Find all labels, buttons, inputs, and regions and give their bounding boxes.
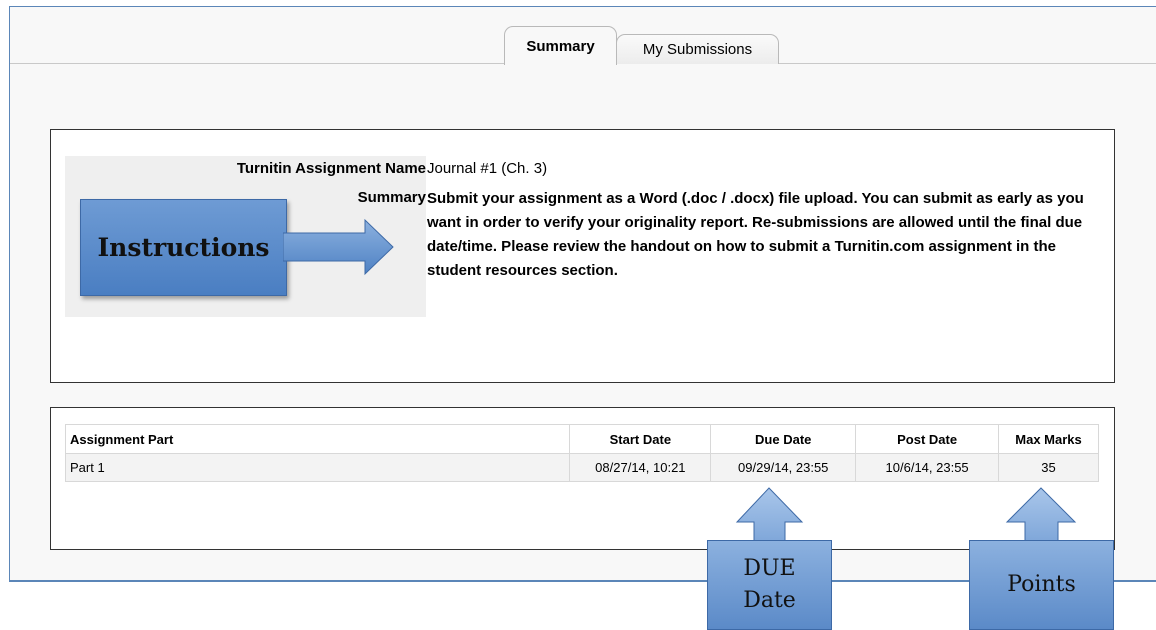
cell-max-marks: 35	[998, 453, 1099, 482]
cell-due-date: 09/29/14, 23:55	[710, 453, 857, 482]
assignment-parts-table: Assignment Part Start Date Due Date Post…	[64, 424, 1099, 482]
col-post-date: Post Date	[855, 424, 1000, 454]
col-assignment-part: Assignment Part	[64, 424, 571, 454]
table-header-row: Assignment Part Start Date Due Date Post…	[64, 424, 1099, 454]
summary-text: Submit your assignment as a Word (.doc /…	[427, 190, 1084, 279]
due-date-callout: DUE Date	[707, 540, 832, 630]
col-due-date: Due Date	[710, 424, 857, 454]
due-date-callout-line1: DUE	[743, 556, 796, 581]
summary-label: Summary	[357, 189, 426, 206]
tab-my-submissions[interactable]: My Submissions	[616, 34, 779, 64]
points-callout: Points	[969, 540, 1114, 630]
tab-summary[interactable]: Summary	[504, 26, 617, 65]
instructions-callout-label: Instructions	[97, 233, 270, 262]
col-start-date: Start Date	[569, 424, 712, 454]
cell-post-date: 10/6/14, 23:55	[855, 453, 1000, 482]
due-date-arrow-up-icon	[735, 487, 804, 543]
cell-part-name: Part 1	[64, 453, 571, 482]
points-callout-label: Points	[1007, 572, 1076, 597]
arrow-right-icon	[283, 218, 394, 276]
points-arrow-up-icon	[1005, 487, 1077, 543]
col-max-marks: Max Marks	[998, 424, 1099, 454]
due-date-callout-line2: Date	[743, 588, 796, 613]
table-row[interactable]: Part 1 08/27/14, 10:21 09/29/14, 23:55 1…	[64, 453, 1099, 482]
assignment-name-label: Turnitin Assignment Name	[236, 160, 426, 177]
instructions-callout: Instructions	[80, 199, 287, 296]
cell-start-date: 08/27/14, 10:21	[569, 453, 712, 482]
assignment-name-value: Journal #1 (Ch. 3)	[427, 160, 548, 177]
